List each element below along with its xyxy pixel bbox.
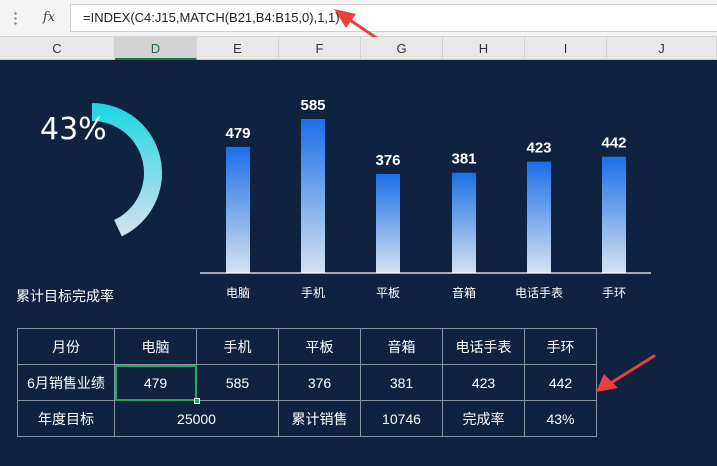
column-header-f[interactable]: F — [279, 37, 361, 60]
dashboard-area: 43% 累计目标完成率 479 电脑 585 手机 376 平板 381 音箱 423 电话手表 4… — [0, 60, 717, 466]
bar-value-label-3: 381 — [451, 151, 476, 168]
cell-header-band[interactable]: 手环 — [524, 328, 597, 365]
cell-cumulative-label[interactable]: 累计销售 — [278, 400, 361, 437]
bar-value-label-5: 442 — [601, 135, 626, 152]
cell-header-tablet[interactable]: 平板 — [278, 328, 361, 365]
column-header-d[interactable]: D — [115, 37, 197, 60]
column-header-row: CDEFGHIJ — [0, 37, 717, 60]
cell-value: 479 — [143, 374, 168, 391]
cell-header-watch[interactable]: 电话手表 — [442, 328, 525, 365]
gauge-percent-label: 43% — [40, 112, 107, 147]
cell-sales-speaker[interactable]: 381 — [360, 364, 443, 401]
cell-sales-watch[interactable]: 423 — [442, 364, 525, 401]
cell-sales-phone[interactable]: 585 — [196, 364, 279, 401]
category-label-3: 音箱 — [452, 285, 476, 300]
fill-handle[interactable] — [194, 398, 200, 404]
bar-value-label-0: 479 — [225, 125, 250, 142]
table-summary-row: 年度目标 25000 累计销售 10746 完成率 43% — [17, 400, 597, 437]
category-label-4: 电话手表 — [515, 286, 563, 300]
formula-bar-grip[interactable] — [0, 4, 30, 32]
category-label-0: 电脑 — [226, 286, 250, 300]
column-header-h[interactable]: H — [443, 37, 525, 60]
cell-rate-value[interactable]: 43% — [524, 400, 597, 437]
grip-dots-icon — [14, 11, 17, 25]
cell-header-computer[interactable]: 电脑 — [114, 328, 197, 365]
column-header-j[interactable]: J — [607, 37, 717, 60]
column-header-c[interactable]: C — [0, 37, 115, 60]
gauge-caption: 累计目标完成率 — [16, 288, 114, 304]
category-label-5: 手环 — [602, 286, 626, 300]
cell-header-phone[interactable]: 手机 — [196, 328, 279, 365]
column-header-e[interactable]: E — [197, 37, 279, 60]
bar-5 — [602, 156, 626, 273]
cell-target-value[interactable]: 25000 — [114, 400, 279, 437]
bar-3 — [452, 172, 476, 273]
annotation-arrow-table — [596, 354, 656, 392]
column-header-g[interactable]: G — [361, 37, 443, 60]
cell-cumulative-value[interactable]: 10746 — [360, 400, 443, 437]
cell-target-label[interactable]: 年度目标 — [17, 400, 115, 437]
completion-gauge — [92, 103, 162, 237]
bar-value-label-1: 585 — [300, 97, 325, 114]
insert-function-icon[interactable]: fx — [34, 4, 64, 32]
cell-rate-label[interactable]: 完成率 — [442, 400, 525, 437]
category-label-1: 手机 — [301, 286, 325, 300]
cell-month-header[interactable]: 月份 — [17, 328, 115, 365]
category-label-2: 平板 — [376, 286, 400, 300]
bar-value-label-4: 423 — [526, 140, 551, 157]
sales-bar-chart: 479 电脑 585 手机 376 平板 381 音箱 423 电话手表 442 手环 — [200, 97, 651, 300]
bar-4 — [527, 161, 551, 273]
bar-2 — [376, 174, 400, 273]
column-header-i[interactable]: I — [525, 37, 607, 60]
bar-0 — [226, 146, 250, 273]
cell-sales-computer-selected[interactable]: 479 — [114, 364, 200, 404]
cell-header-speaker[interactable]: 音箱 — [360, 328, 443, 365]
table-header-row: 月份 电脑 手机 平板 音箱 电话手表 手环 — [17, 328, 597, 365]
cell-sales-band[interactable]: 442 — [524, 364, 597, 401]
cell-sales-label[interactable]: 6月销售业绩 — [17, 364, 115, 401]
bar-1 — [301, 119, 325, 273]
sales-table: 月份 电脑 手机 平板 音箱 电话手表 手环 6月销售业绩 479 585 37… — [17, 328, 597, 437]
table-sales-row: 6月销售业绩 479 585 376 381 423 442 — [17, 364, 597, 404]
bar-value-label-2: 376 — [375, 152, 400, 169]
cell-sales-tablet[interactable]: 376 — [278, 364, 361, 401]
